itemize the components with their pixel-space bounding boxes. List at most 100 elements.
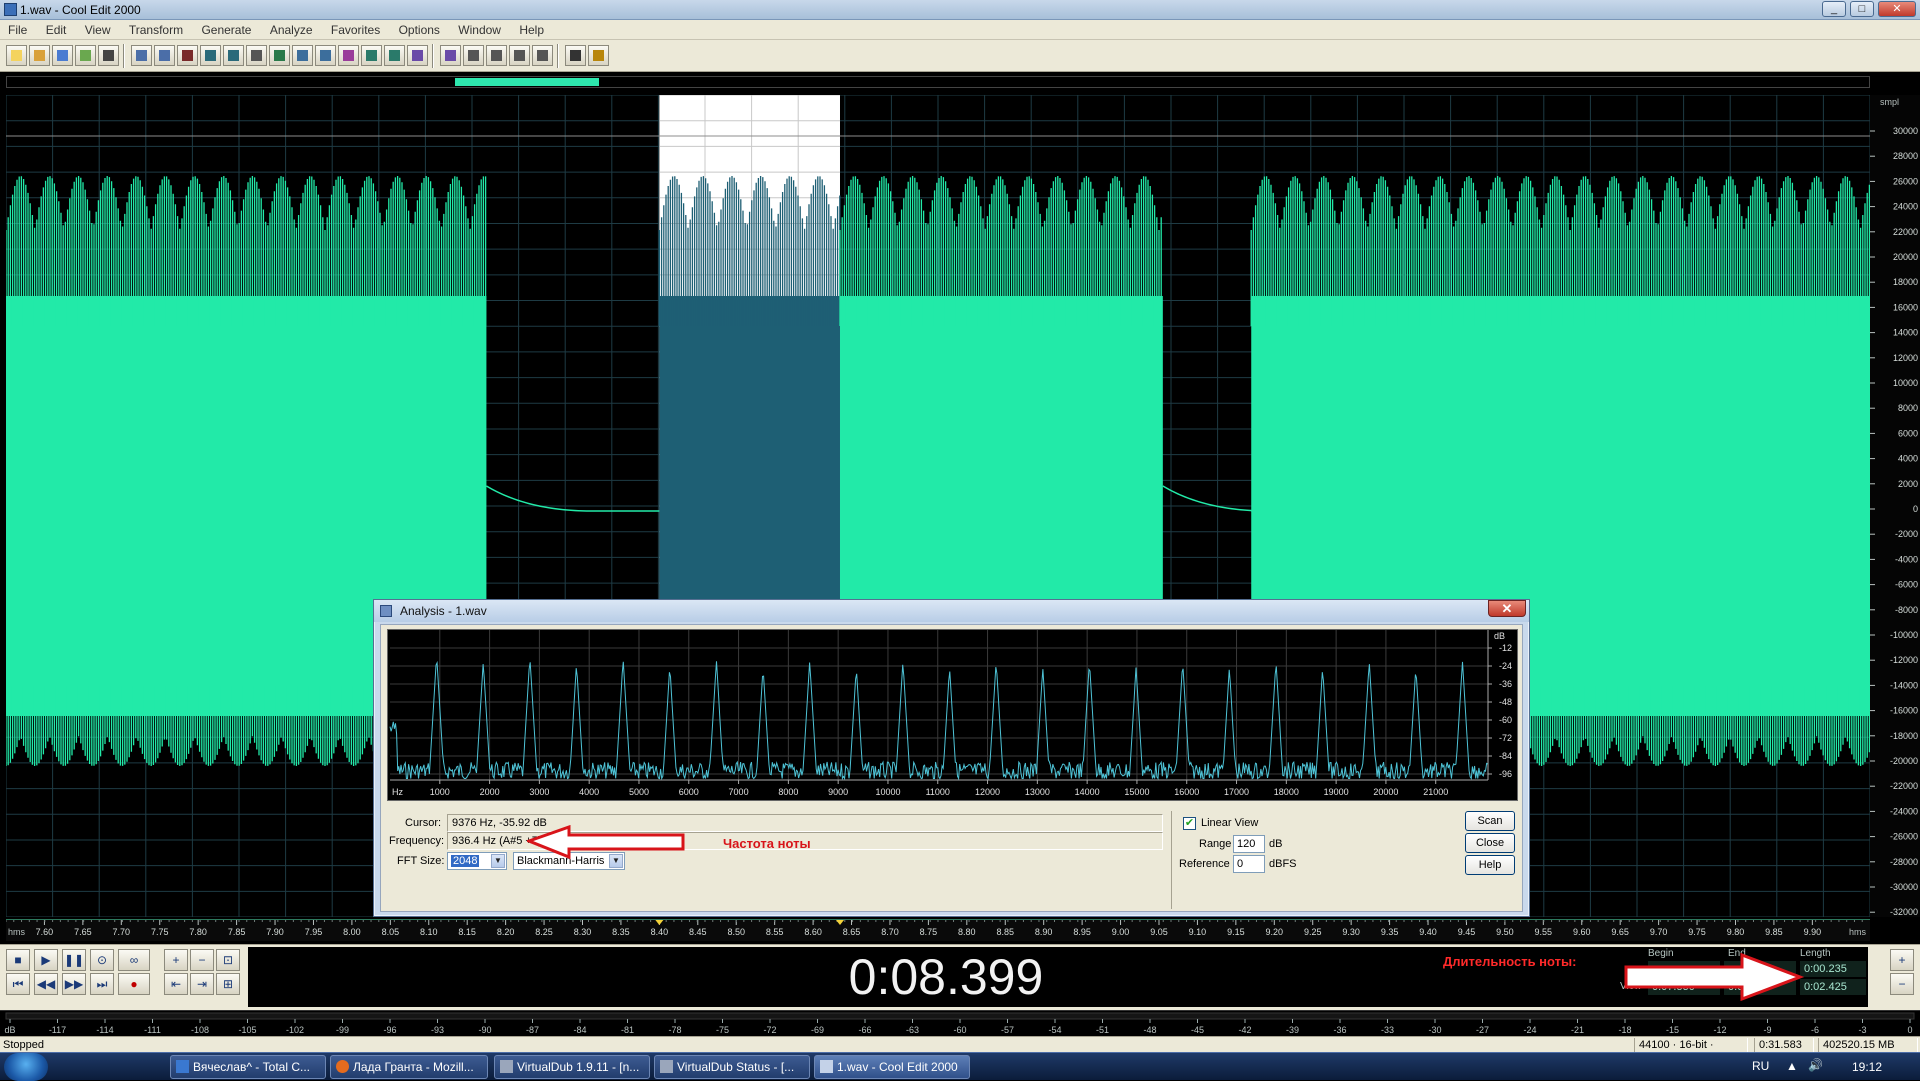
scan-button[interactable]: Scan xyxy=(1465,811,1515,831)
go-to-start-button[interactable]: ⏮ xyxy=(6,973,30,995)
menu-transform[interactable]: Transform xyxy=(121,20,190,37)
minimize-button[interactable]: _ xyxy=(1822,1,1846,17)
rewind-button[interactable]: ◀◀ xyxy=(34,973,58,995)
overview-view-range[interactable] xyxy=(455,78,599,86)
filter-button[interactable] xyxy=(532,45,553,66)
taskbar-item-virtualdub-status[interactable]: VirtualDub Status - [... xyxy=(654,1055,810,1079)
close-file-button[interactable] xyxy=(98,45,119,66)
title-bar[interactable]: 1.wav - Cool Edit 2000 _ □ ✕ xyxy=(0,0,1920,20)
play-to-end-button[interactable]: ⊙ xyxy=(90,949,114,971)
menu-view[interactable]: View xyxy=(77,20,118,37)
ruler-tick-label: 8.95 xyxy=(1073,927,1091,937)
undo-button[interactable] xyxy=(131,45,152,66)
menu-help[interactable]: Help xyxy=(511,20,551,37)
tray-expand-icon[interactable]: ▲ xyxy=(1786,1059,1798,1073)
close-button[interactable]: Close xyxy=(1465,833,1515,853)
spectral-view-button[interactable] xyxy=(407,45,428,66)
play-button[interactable]: ▶ xyxy=(34,949,58,971)
help-context-button[interactable] xyxy=(588,45,609,66)
stats-button[interactable] xyxy=(463,45,484,66)
time-ruler[interactable]: hms 7.60 7.65 7.70 7.75 7.80 7.85 7.90 7.95 8.00 8… xyxy=(6,919,1870,941)
copy-button[interactable] xyxy=(200,45,221,66)
delay-button[interactable] xyxy=(509,45,530,66)
taskbar-item-firefox[interactable]: Лада Гранта - Mozill... xyxy=(330,1055,488,1079)
zoom-out-horizontal-icon[interactable]: − xyxy=(190,949,214,971)
zoom-selection-icon[interactable]: ⊞ xyxy=(216,973,240,995)
redo-button[interactable] xyxy=(154,45,175,66)
fft-dropdown-chevron-icon[interactable]: ▼ xyxy=(491,854,505,868)
taskbar-item-virtualdub[interactable]: VirtualDub 1.9.11 - [n... xyxy=(494,1055,650,1079)
function-button[interactable] xyxy=(565,45,586,66)
virtualdub-icon xyxy=(500,1060,513,1073)
zoom-full-icon[interactable]: ⊡ xyxy=(216,949,240,971)
spectrum-plot[interactable]: Hz 1000 2000 3000 4000 5000 6000 7000 8000 9000 10… xyxy=(387,629,1518,801)
zoom-in-horizontal-icon[interactable]: + xyxy=(164,949,188,971)
zoom-out-vertical-icon[interactable]: − xyxy=(1890,973,1914,995)
menu-options[interactable]: Options xyxy=(391,20,447,37)
ruler-tick-label: 8.10 xyxy=(420,927,438,937)
trim-button[interactable] xyxy=(246,45,267,66)
taskbar-item-cool-edit[interactable]: 1.wav - Cool Edit 2000 xyxy=(814,1055,970,1079)
ruler-tick-label: 9.80 xyxy=(1727,927,1745,937)
open-file-button[interactable] xyxy=(29,45,50,66)
toolbar-separator xyxy=(432,44,434,68)
analysis-title-bar[interactable]: Analysis - 1.wav ✕ xyxy=(374,600,1529,622)
loop-button[interactable] xyxy=(315,45,336,66)
zoom-right-icon[interactable]: ⇥ xyxy=(190,973,214,995)
frequency-analysis-button[interactable] xyxy=(440,45,461,66)
spectrum-y-tick-label: -36 xyxy=(1499,679,1512,689)
overview-bar[interactable] xyxy=(6,76,1870,88)
scale-tick-label: -2000 xyxy=(1895,529,1918,539)
record-button[interactable]: ● xyxy=(118,973,150,995)
pause-button[interactable]: ❚❚ xyxy=(62,949,86,971)
duration-note-annotation: Длительность ноты: xyxy=(1443,954,1577,969)
explorer-icon[interactable] xyxy=(124,1055,154,1079)
volume-icon[interactable]: 🔊 xyxy=(1808,1058,1823,1072)
new-file-button[interactable] xyxy=(6,45,27,66)
analysis-close-icon[interactable]: ✕ xyxy=(1488,600,1526,617)
zoom-selection-button[interactable] xyxy=(292,45,313,66)
spectrum-svg[interactable]: Hz 1000 2000 3000 4000 5000 6000 7000 8000 9000 10… xyxy=(388,630,1517,800)
menu-favorites[interactable]: Favorites xyxy=(323,20,387,37)
menu-edit[interactable]: Edit xyxy=(38,20,74,37)
clock[interactable]: 19:12 xyxy=(1852,1060,1882,1074)
fast-forward-button[interactable]: ▶▶ xyxy=(62,973,86,995)
range-input[interactable]: 120 xyxy=(1233,835,1265,853)
close-window-button[interactable]: ✕ xyxy=(1878,1,1916,17)
noise-reduction-button[interactable] xyxy=(486,45,507,66)
save-as-button[interactable] xyxy=(75,45,96,66)
ruler-tick-label: 7.75 xyxy=(151,927,169,937)
scale-tick-label: -16000 xyxy=(1890,706,1918,716)
menu-window[interactable]: Window xyxy=(450,20,508,37)
meter-tick-label: -90 xyxy=(478,1025,491,1035)
cd-button[interactable] xyxy=(338,45,359,66)
show-desktop-icon[interactable] xyxy=(86,1055,116,1079)
language-indicator[interactable]: RU xyxy=(1752,1059,1769,1073)
amplify-button[interactable] xyxy=(361,45,382,66)
scale-unit: smpl xyxy=(1880,97,1899,107)
taskbar-item-total-commander[interactable]: Вячеслав^ - Total C... xyxy=(170,1055,326,1079)
envelope-button[interactable] xyxy=(384,45,405,66)
cut-button[interactable] xyxy=(177,45,198,66)
linear-view-checkbox[interactable]: ✔ xyxy=(1183,817,1196,830)
help-button[interactable]: Help xyxy=(1465,855,1515,875)
maximize-button[interactable]: □ xyxy=(1850,1,1874,17)
function-icon xyxy=(570,50,581,61)
paste-button[interactable] xyxy=(223,45,244,66)
stop-button[interactable]: ■ xyxy=(6,949,30,971)
frequency-label: Frequency: xyxy=(389,835,445,847)
fft-size-select[interactable]: 2048 ▼ xyxy=(447,852,507,870)
zoom-left-icon[interactable]: ⇤ xyxy=(164,973,188,995)
scale-tick-label: -4000 xyxy=(1895,554,1918,564)
go-to-end-button[interactable]: ⏭ xyxy=(90,973,114,995)
loop-button[interactable]: ∞ xyxy=(118,949,150,971)
menu-file[interactable]: File xyxy=(0,20,34,37)
menu-analyze[interactable]: Analyze xyxy=(262,20,320,37)
meter-tick-label: -21 xyxy=(1571,1025,1584,1035)
zoom-in-vertical-icon[interactable]: + xyxy=(1890,949,1914,971)
save-button[interactable] xyxy=(52,45,73,66)
start-button[interactable] xyxy=(4,1053,48,1081)
mix-paste-button[interactable] xyxy=(269,45,290,66)
menu-generate[interactable]: Generate xyxy=(193,20,258,37)
reference-input[interactable]: 0 xyxy=(1233,855,1265,873)
